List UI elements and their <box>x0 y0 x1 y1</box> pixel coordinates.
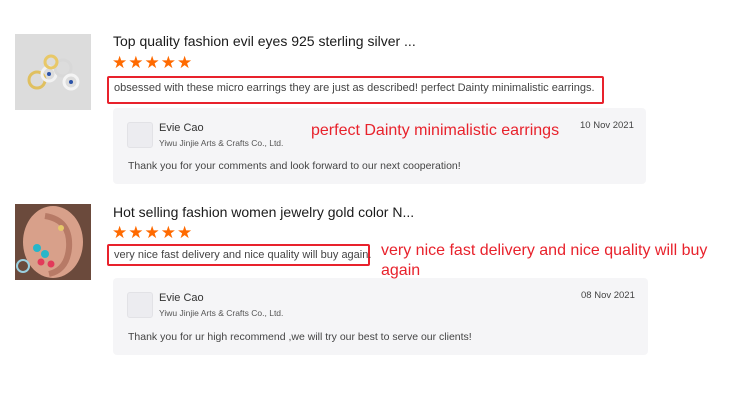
ear-jewelry-thumbnail-graphic <box>15 204 91 280</box>
earrings-thumbnail-graphic <box>15 34 91 110</box>
reply-date: 10 Nov 2021 <box>580 120 634 131</box>
review-comment-highlight: obsessed with these micro earrings they … <box>107 76 604 104</box>
reply-date: 08 Nov 2021 <box>581 290 635 301</box>
reply-text: Thank you for your comments and look for… <box>128 160 461 172</box>
product-image-earrings[interactable] <box>15 34 91 110</box>
product-title[interactable]: Hot selling fashion women jewelry gold c… <box>113 204 414 220</box>
star-rating: ★★★★★ <box>112 223 194 242</box>
annotation-line: again <box>381 262 421 279</box>
reply-text: Thank you for ur high recommend ,we will… <box>128 331 472 343</box>
review-comment-text: obsessed with these micro earrings they … <box>114 82 595 94</box>
seller-company: Yiwu Jinjie Arts & Crafts Co., Ltd. <box>159 138 284 148</box>
product-title[interactable]: Top quality fashion evil eyes 925 sterli… <box>113 33 416 49</box>
review-comment-highlight: very nice fast delivery and nice quality… <box>107 244 372 266</box>
seller-company: Yiwu Jinjie Arts & Crafts Co., Ltd. <box>159 308 284 318</box>
annotation-line: very nice fast delivery and nice quality… <box>381 242 708 259</box>
seller-name: Evie Cao <box>159 122 204 134</box>
annotation-callout: perfect Dainty minimalistic earrings <box>311 122 560 139</box>
review-comment-text: very nice fast delivery and nice quality… <box>114 249 372 261</box>
seller-name: Evie Cao <box>159 292 204 304</box>
seller-reply-card: Evie Cao Yiwu Jinjie Arts & Crafts Co., … <box>113 108 646 184</box>
seller-avatar <box>127 122 153 148</box>
star-rating: ★★★★★ <box>112 53 194 72</box>
product-image-ear-jewelry[interactable] <box>15 204 91 280</box>
seller-avatar <box>127 292 153 318</box>
seller-reply-card: Evie Cao Yiwu Jinjie Arts & Crafts Co., … <box>113 278 648 355</box>
annotation-callout: very nice fast delivery and nice quality… <box>381 241 707 281</box>
